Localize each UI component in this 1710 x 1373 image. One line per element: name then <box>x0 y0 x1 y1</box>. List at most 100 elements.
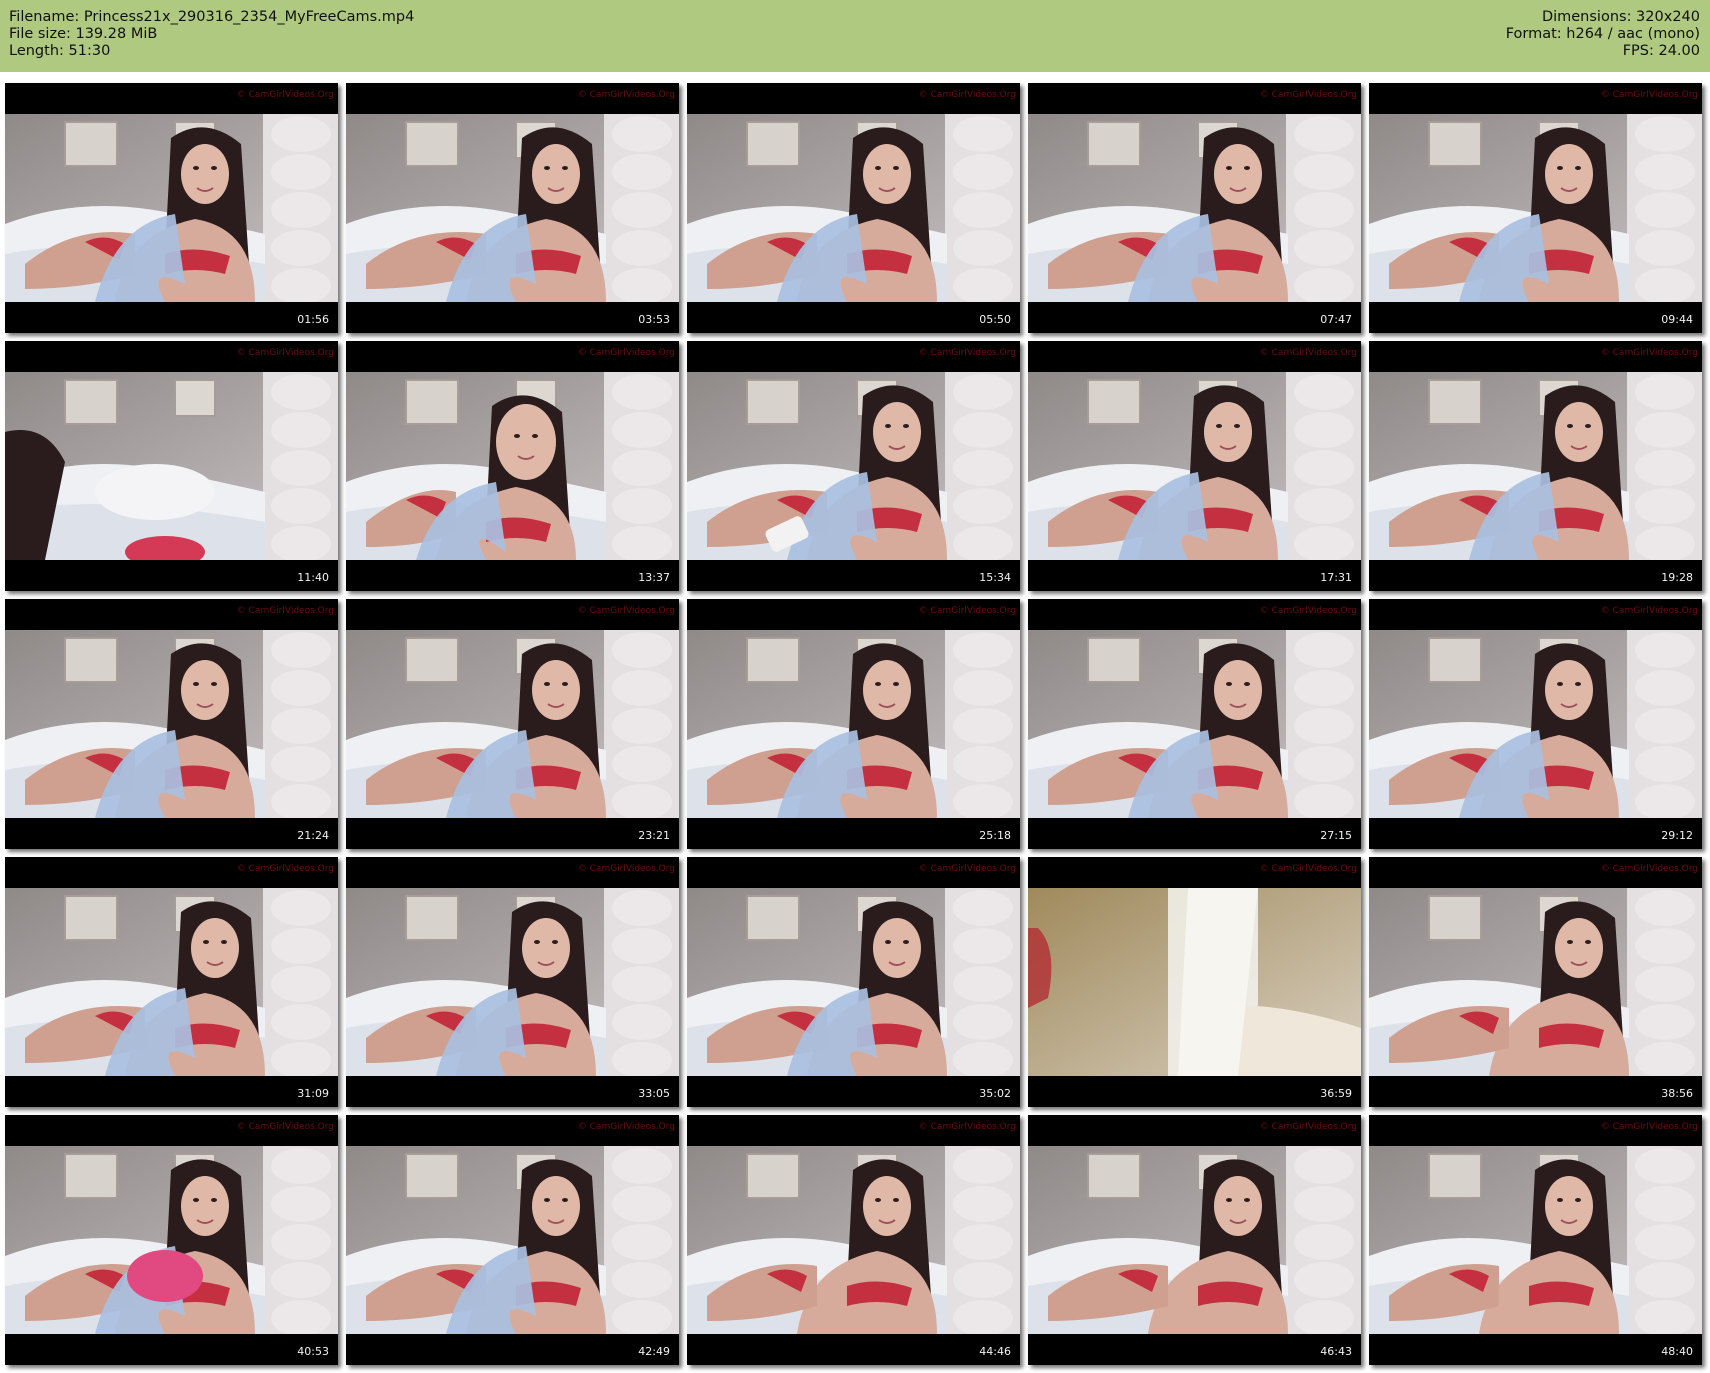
thumbnail-timestamp: 09:44 <box>1661 313 1693 326</box>
watermark: © CamGirlVideos.Org <box>1600 606 1698 616</box>
watermark: © CamGirlVideos.Org <box>577 1122 675 1132</box>
watermark: © CamGirlVideos.Org <box>577 90 675 100</box>
thumbnail-image <box>1028 1146 1361 1334</box>
thumbnail-frame <box>687 114 1020 302</box>
video-thumbnail: © CamGirlVideos.Org 38:56 <box>1369 857 1702 1107</box>
video-thumbnail: © CamGirlVideos.Org 13:37 <box>346 341 679 591</box>
thumbnail-timestamp: 11:40 <box>297 571 329 584</box>
thumbnail-image <box>1028 372 1361 560</box>
video-thumbnail: © CamGirlVideos.Org 42:49 <box>346 1115 679 1365</box>
watermark: © CamGirlVideos.Org <box>918 1122 1016 1132</box>
thumbnail-timestamp: 42:49 <box>638 1345 670 1358</box>
watermark: © CamGirlVideos.Org <box>1600 348 1698 358</box>
thumbnail-image <box>346 630 679 818</box>
thumbnail-image <box>687 630 1020 818</box>
thumbnail-frame <box>5 630 338 818</box>
thumbnail-timestamp: 07:47 <box>1320 313 1352 326</box>
thumbnail-frame <box>687 888 1020 1076</box>
watermark: © CamGirlVideos.Org <box>918 606 1016 616</box>
watermark: © CamGirlVideos.Org <box>1259 1122 1357 1132</box>
thumbnail-image <box>346 888 679 1076</box>
thumbnail-image <box>5 1146 338 1334</box>
video-thumbnail: © CamGirlVideos.Org 01:56 <box>5 83 338 333</box>
thumbnail-image <box>346 1146 679 1334</box>
video-thumbnail: © CamGirlVideos.Org 09:44 <box>1369 83 1702 333</box>
video-thumbnail: © CamGirlVideos.Org 36:59 <box>1028 857 1361 1107</box>
thumbnail-timestamp: 15:34 <box>979 571 1011 584</box>
watermark: © CamGirlVideos.Org <box>236 348 334 358</box>
watermark: © CamGirlVideos.Org <box>1259 348 1357 358</box>
thumbnail-image <box>687 888 1020 1076</box>
thumbnail-image <box>1028 630 1361 818</box>
thumbnail-timestamp: 01:56 <box>297 313 329 326</box>
thumbnail-image <box>5 114 338 302</box>
thumbnail-frame <box>346 630 679 818</box>
thumbnail-frame <box>1369 1146 1702 1334</box>
watermark: © CamGirlVideos.Org <box>577 864 675 874</box>
thumbnail-image <box>1369 630 1702 818</box>
thumbnail-frame <box>5 888 338 1076</box>
thumbnail-timestamp: 25:18 <box>979 829 1011 842</box>
thumbnail-image <box>1369 372 1702 560</box>
thumbnail-image <box>5 372 338 560</box>
thumbnail-timestamp: 29:12 <box>1661 829 1693 842</box>
video-thumbnail: © CamGirlVideos.Org 15:34 <box>687 341 1020 591</box>
thumbnail-timestamp: 48:40 <box>1661 1345 1693 1358</box>
video-thumbnail: © CamGirlVideos.Org 19:28 <box>1369 341 1702 591</box>
thumbnail-timestamp: 40:53 <box>297 1345 329 1358</box>
thumbnail-timestamp: 13:37 <box>638 571 670 584</box>
video-thumbnail: © CamGirlVideos.Org 03:53 <box>346 83 679 333</box>
thumbnail-timestamp: 03:53 <box>638 313 670 326</box>
thumbnail-timestamp: 27:15 <box>1320 829 1352 842</box>
thumbnail-frame <box>346 888 679 1076</box>
thumbnail-timestamp: 46:43 <box>1320 1345 1352 1358</box>
thumbnail-timestamp: 38:56 <box>1661 1087 1693 1100</box>
thumbnail-timestamp: 35:02 <box>979 1087 1011 1100</box>
watermark: © CamGirlVideos.Org <box>236 606 334 616</box>
thumbnail-frame <box>687 1146 1020 1334</box>
video-thumbnail: © CamGirlVideos.Org 23:21 <box>346 599 679 849</box>
watermark: © CamGirlVideos.Org <box>577 606 675 616</box>
watermark: © CamGirlVideos.Org <box>236 1122 334 1132</box>
video-thumbnail: © CamGirlVideos.Org 46:43 <box>1028 1115 1361 1365</box>
thumbnail-frame <box>5 114 338 302</box>
thumbnail-timestamp: 44:46 <box>979 1345 1011 1358</box>
video-thumbnail: © CamGirlVideos.Org 11:40 <box>5 341 338 591</box>
thumbnail-image <box>687 1146 1020 1334</box>
thumbnail-timestamp: 19:28 <box>1661 571 1693 584</box>
thumbnail-frame <box>1028 630 1361 818</box>
watermark: © CamGirlVideos.Org <box>918 864 1016 874</box>
video-thumbnail: © CamGirlVideos.Org 40:53 <box>5 1115 338 1365</box>
video-thumbnail: © CamGirlVideos.Org 29:12 <box>1369 599 1702 849</box>
thumbnail-frame <box>1369 630 1702 818</box>
watermark: © CamGirlVideos.Org <box>918 348 1016 358</box>
video-thumbnail: © CamGirlVideos.Org 44:46 <box>687 1115 1020 1365</box>
thumbnail-image <box>1369 114 1702 302</box>
thumbnail-frame <box>5 1146 338 1334</box>
thumbnail-frame <box>1369 888 1702 1076</box>
watermark: © CamGirlVideos.Org <box>1600 1122 1698 1132</box>
video-thumbnail: © CamGirlVideos.Org 05:50 <box>687 83 1020 333</box>
thumbnail-frame <box>346 1146 679 1334</box>
thumbnail-frame <box>687 372 1020 560</box>
thumbnail-image <box>346 114 679 302</box>
watermark: © CamGirlVideos.Org <box>236 864 334 874</box>
thumbnail-frame <box>1369 114 1702 302</box>
video-thumbnail: © CamGirlVideos.Org 21:24 <box>5 599 338 849</box>
watermark: © CamGirlVideos.Org <box>1259 90 1357 100</box>
thumbnail-timestamp: 17:31 <box>1320 571 1352 584</box>
video-thumbnail: © CamGirlVideos.Org 25:18 <box>687 599 1020 849</box>
watermark: © CamGirlVideos.Org <box>577 348 675 358</box>
watermark: © CamGirlVideos.Org <box>236 90 334 100</box>
watermark: © CamGirlVideos.Org <box>1259 606 1357 616</box>
thumbnail-frame <box>1369 372 1702 560</box>
video-thumbnail: © CamGirlVideos.Org 35:02 <box>687 857 1020 1107</box>
thumbnail-frame <box>1028 114 1361 302</box>
video-thumbnail: © CamGirlVideos.Org 07:47 <box>1028 83 1361 333</box>
thumbnail-image <box>1369 1146 1702 1334</box>
thumbnail-grid: © CamGirlVideos.Org 01:56 © CamGirlVideos.… <box>0 0 1710 1373</box>
thumbnail-image <box>5 888 338 1076</box>
video-thumbnail: © CamGirlVideos.Org 27:15 <box>1028 599 1361 849</box>
thumbnail-frame <box>5 372 338 560</box>
thumbnail-image <box>687 372 1020 560</box>
